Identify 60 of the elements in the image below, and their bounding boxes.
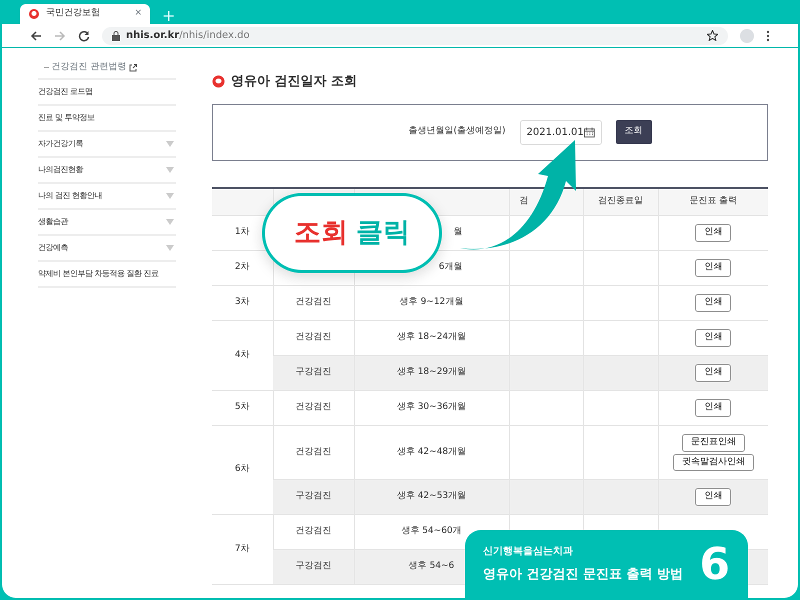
sidebar-link[interactable]: 건강검진 관련법령: [38, 58, 176, 80]
logo-icon: [212, 75, 225, 88]
external-link-icon: [128, 64, 137, 72]
caret-icon: [166, 245, 174, 251]
print-button[interactable]: 인쇄: [695, 399, 732, 417]
table-cell: 생후 30~36개월: [354, 390, 509, 426]
caret-icon: [166, 219, 174, 225]
star-icon[interactable]: [707, 30, 718, 41]
sidebar-item[interactable]: 약제비 본인부담 차등적용 질환 진료: [38, 262, 176, 288]
print-button[interactable]: 인쇄: [695, 224, 732, 242]
lock-icon: [112, 30, 120, 40]
close-icon[interactable]: ×: [134, 7, 142, 21]
back-icon[interactable]: [30, 30, 42, 42]
table-cell: 생후 42~53개월: [354, 480, 509, 514]
column-header: 문진표 출력: [658, 188, 768, 216]
print-button[interactable]: 인쇄: [695, 329, 732, 347]
url-text: nhis.or.kr/nhis/index.do: [126, 29, 250, 43]
sidebar-item[interactable]: 진료 및 투약정보: [38, 106, 176, 132]
print-button[interactable]: 인쇄: [695, 364, 732, 382]
sidebar-item[interactable]: 생활습관: [38, 210, 176, 236]
table-cell: 건강검진: [273, 426, 354, 480]
banner-number: 6: [699, 542, 730, 586]
print-button[interactable]: 문진표인쇄: [682, 434, 745, 452]
address-bar[interactable]: nhis.or.kr/nhis/index.do: [102, 26, 728, 44]
date-field[interactable]: 2021.01.01: [520, 120, 602, 144]
tab-title: 국민건강보험: [46, 7, 101, 20]
table-cell: 건강검진: [273, 390, 354, 426]
column-header: 검진종료일: [583, 188, 658, 216]
caret-icon: [166, 141, 174, 147]
page-title: 영유아 검진일자 조회: [231, 73, 358, 91]
table-cell: 생후 9~12개월: [354, 286, 509, 320]
link-text: 건강검진 관련법령: [52, 61, 126, 74]
table-cell: 구강검진: [273, 480, 354, 514]
table-cell: 생후 18~29개월: [354, 356, 509, 390]
print-button[interactable]: 인쇄: [695, 294, 732, 312]
sidebar-item[interactable]: 건강검진 로드맵: [38, 80, 176, 106]
sidebar-item[interactable]: 자가건강기록: [38, 132, 176, 158]
sidebar-item[interactable]: 나의검진현황: [38, 158, 176, 184]
browser-tab[interactable]: 국민건강보험 ×: [20, 4, 150, 24]
sidebar-item[interactable]: 나의 검진 현황안내: [38, 184, 176, 210]
table-cell: 구강검진: [273, 356, 354, 390]
table-cell: 건강검진: [273, 286, 354, 320]
reload-icon[interactable]: [78, 30, 90, 42]
table-cell: 구강검진: [273, 550, 354, 584]
caret-icon: [166, 193, 174, 199]
dash-icon: [44, 67, 49, 69]
caret-icon: [166, 167, 174, 173]
field-label: 출생년월일(출생예정일): [408, 125, 506, 138]
table-cell: 생후 18~24개월: [354, 320, 509, 356]
search-button[interactable]: 조회: [616, 120, 652, 144]
logo-icon: [28, 8, 40, 20]
print-button[interactable]: 인쇄: [695, 488, 732, 506]
sidebar-item[interactable]: 건강예측: [38, 236, 176, 262]
table-cell: 건강검진: [273, 514, 354, 550]
print-button[interactable]: 귓속말검사인쇄: [672, 454, 754, 472]
table-cell: 건강검진: [273, 320, 354, 356]
calendar-icon[interactable]: [584, 126, 595, 138]
menu-icon[interactable]: [766, 30, 770, 42]
print-button[interactable]: 인쇄: [695, 259, 732, 277]
table-cell: 생후 42~48개월: [354, 426, 509, 480]
